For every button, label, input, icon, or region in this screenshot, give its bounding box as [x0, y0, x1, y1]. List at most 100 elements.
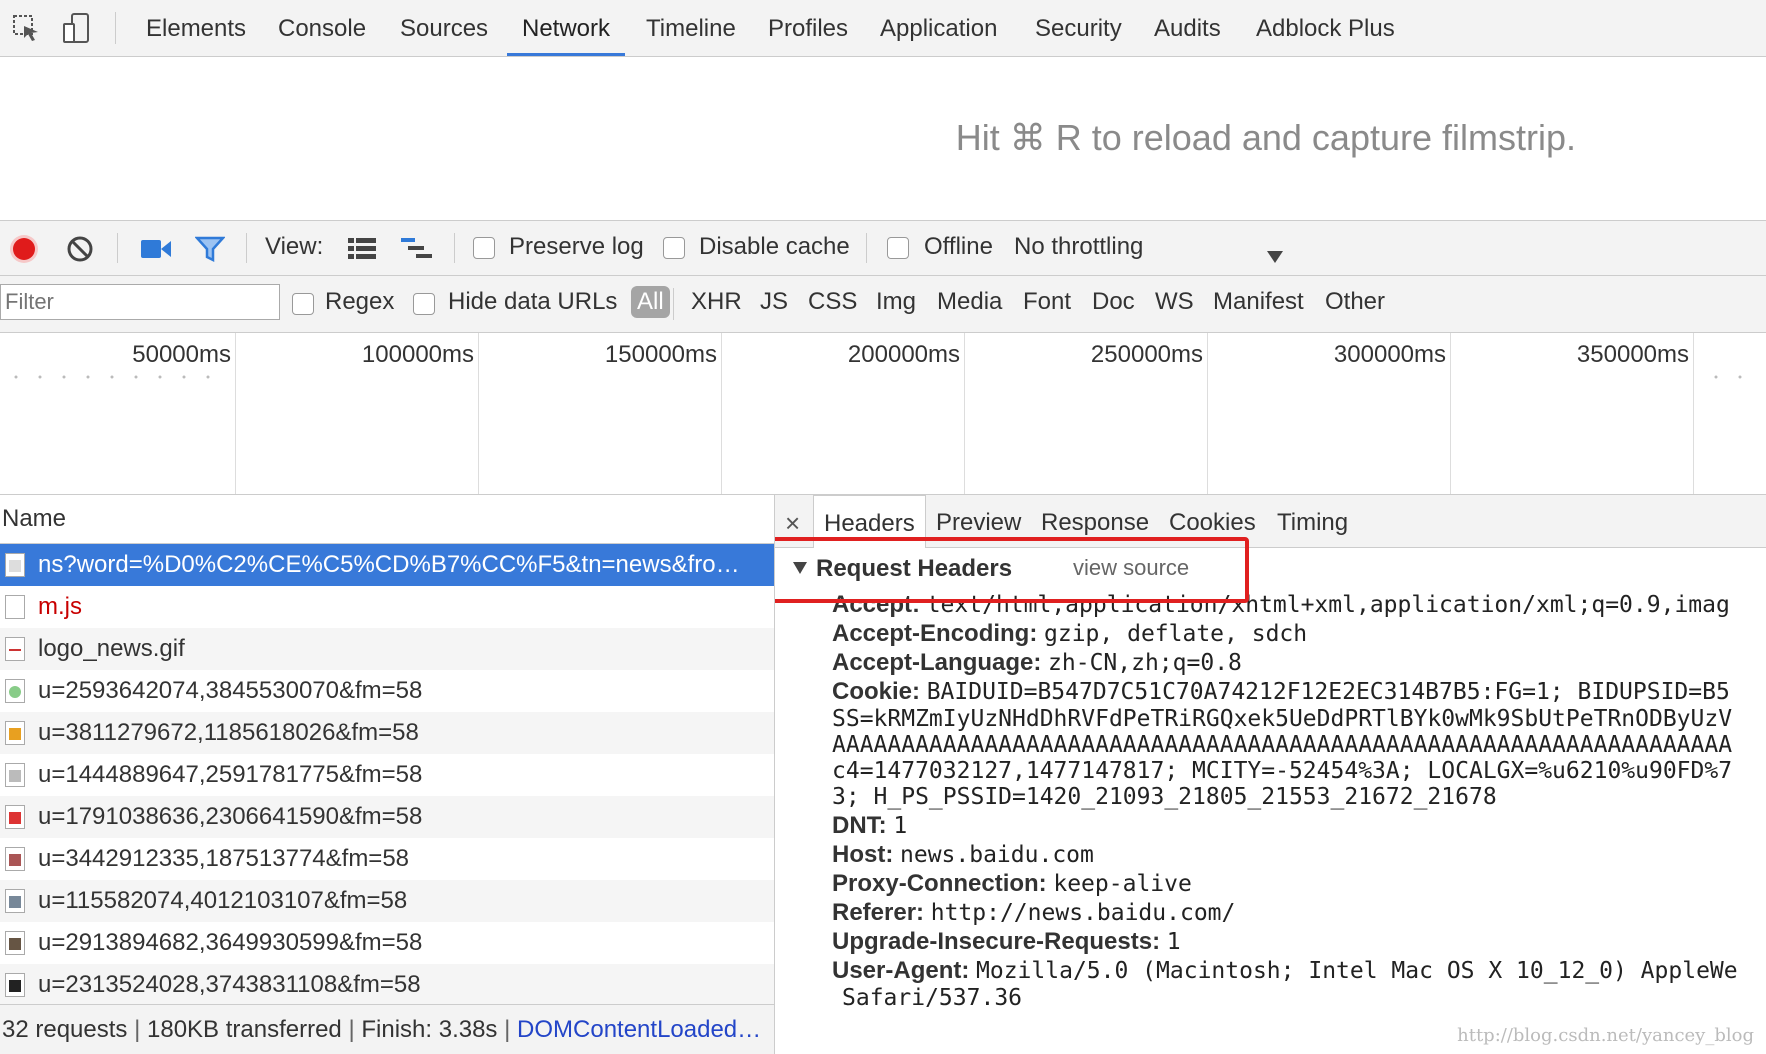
record-icon[interactable]	[8, 233, 40, 272]
tab-elements[interactable]: Elements	[146, 0, 246, 56]
image-thumbnail-icon	[5, 889, 25, 913]
tab-application[interactable]: Application	[880, 0, 997, 56]
timeline-activity-dots	[14, 375, 210, 379]
header-proxy-connection: Proxy-Connection: keep-alive	[832, 870, 1192, 897]
chevron-down-icon[interactable]	[1266, 243, 1284, 271]
header-accept-language: Accept-Language: zh-CN,zh;q=0.8	[832, 649, 1242, 676]
tab-adblock-plus[interactable]: Adblock Plus	[1256, 0, 1395, 56]
timeline-tick: 50000ms	[132, 341, 231, 368]
summary-domcontentloaded: DOMContentLoaded…	[517, 1016, 762, 1043]
request-row[interactable]: u=3442912335,187513774&fm=58	[0, 838, 774, 880]
request-name: logo_news.gif	[38, 635, 185, 662]
request-name: u=2313524028,3743831108&fm=58	[38, 971, 421, 998]
network-summary-bar: 32 requests | 180KB transferred | Finish…	[0, 1004, 774, 1054]
type-filter-css[interactable]: CSS	[808, 288, 857, 316]
request-name: u=1791038636,2306641590&fm=58	[38, 803, 423, 830]
type-filter-ws[interactable]: WS	[1155, 288, 1194, 316]
request-name: ns?word=%D0%C2%CE%C5%CD%B7%CC%F5&tn=news…	[38, 551, 740, 578]
tab-timing[interactable]: Timing	[1277, 495, 1348, 547]
type-filter-doc[interactable]: Doc	[1092, 288, 1135, 316]
request-row[interactable]: u=115582074,4012103107&fm=58	[0, 880, 774, 922]
request-row[interactable]: m.js	[0, 586, 774, 628]
timeline-overview[interactable]: 50000ms 100000ms 150000ms 200000ms 25000…	[0, 333, 1766, 495]
timeline-tick: 100000ms	[361, 341, 474, 368]
capture-screenshots-icon[interactable]	[140, 237, 172, 268]
type-filter-other[interactable]: Other	[1325, 288, 1385, 316]
tab-timeline[interactable]: Timeline	[646, 0, 736, 56]
document-icon	[5, 553, 25, 577]
request-row[interactable]: u=1791038636,2306641590&fm=58	[0, 796, 774, 838]
request-name: u=115582074,4012103107&fm=58	[38, 887, 408, 914]
inspect-element-icon[interactable]	[12, 14, 40, 47]
disable-cache-checkbox[interactable]	[663, 237, 685, 259]
image-thumbnail-icon	[5, 805, 25, 829]
header-user-agent: User-Agent: Mozilla/5.0 (Macintosh; Inte…	[832, 957, 1738, 984]
header-host: Host: news.baidu.com	[832, 841, 1094, 868]
summary-requests: 32 requests	[2, 1016, 128, 1043]
disable-cache-label: Disable cache	[699, 233, 850, 260]
header-cookie: Cookie: BAIDUID=B547D7C51C70A74212F12E2E…	[832, 678, 1730, 705]
request-name: u=2913894682,3649930599&fm=58	[38, 929, 423, 956]
tab-audits[interactable]: Audits	[1154, 0, 1221, 56]
type-filter-img[interactable]: Img	[876, 288, 916, 316]
type-filter-js[interactable]: JS	[760, 288, 788, 316]
overview-icon[interactable]	[400, 236, 434, 267]
filter-bar: Regex Hide data URLs All XHR JS CSS Img …	[0, 276, 1766, 333]
type-filter-manifest[interactable]: Manifest	[1213, 288, 1304, 316]
watermark: http://blog.csdn.net/yancey_blog	[1457, 1025, 1754, 1046]
hide-data-urls-checkbox[interactable]	[413, 293, 435, 315]
request-row[interactable]: logo_news.gif	[0, 628, 774, 670]
offline-checkbox[interactable]	[887, 237, 909, 259]
devtools-tab-bar: Elements Console Sources Network Timelin…	[0, 0, 1766, 57]
tab-profiles[interactable]: Profiles	[768, 0, 848, 56]
filter-input[interactable]	[0, 284, 280, 320]
cookie-continuation: SS=kRMZmIyUzNHdDhRVFdPeTRiRGQxek5UeDdPRT…	[832, 706, 1733, 732]
cookie-continuation: c4=1477032127,1477147817; MCITY=-52454%3…	[832, 758, 1733, 784]
tab-security[interactable]: Security	[1035, 0, 1122, 56]
summary-finish: Finish: 3.38s	[361, 1016, 498, 1043]
header-upgrade-insecure-requests: Upgrade-Insecure-Requests: 1	[832, 928, 1181, 955]
request-row[interactable]: u=1444889647,2591781775&fm=58	[0, 754, 774, 796]
tab-network[interactable]: Network	[507, 0, 626, 56]
type-filter-font[interactable]: Font	[1023, 288, 1071, 316]
cookie-continuation: AAAAAAAAAAAAAAAAAAAAAAAAAAAAAAAAAAAAAAAA…	[832, 732, 1733, 758]
image-thumbnail-icon	[5, 763, 25, 787]
image-thumbnail-icon	[5, 721, 25, 745]
request-name: u=3442912335,187513774&fm=58	[38, 845, 410, 872]
request-row[interactable]: u=2593642074,3845530070&fm=58	[0, 670, 774, 712]
request-name: u=1444889647,2591781775&fm=58	[38, 761, 423, 788]
timeline-tick: 250000ms	[1090, 341, 1203, 368]
request-row[interactable]: u=2913894682,3649930599&fm=58	[0, 922, 774, 964]
tab-console[interactable]: Console	[278, 0, 366, 56]
request-name: u=2593642074,3845530070&fm=58	[38, 677, 423, 704]
request-details-pane: × Headers Preview Response Cookies Timin…	[775, 495, 1766, 1054]
highlight-box	[775, 537, 1249, 603]
preserve-log-label: Preserve log	[509, 233, 644, 260]
image-thumbnail-icon	[5, 931, 25, 955]
large-rows-icon[interactable]	[347, 236, 377, 267]
timeline-tick: 300000ms	[1333, 341, 1446, 368]
request-row[interactable]: u=2313524028,3743831108&fm=58	[0, 964, 774, 1006]
filmstrip-pane: Hit ⌘ R to reload and capture filmstrip.	[0, 57, 1766, 221]
throttling-select[interactable]: No throttling	[1014, 233, 1143, 261]
script-file-icon	[5, 595, 25, 619]
type-filter-xhr[interactable]: XHR	[691, 288, 742, 316]
image-thumbnail-icon	[5, 973, 25, 997]
header-dnt: DNT: 1	[832, 812, 908, 839]
request-row[interactable]: u=3811279672,1185618026&fm=58	[0, 712, 774, 754]
regex-checkbox[interactable]	[292, 293, 314, 315]
device-mode-icon[interactable]	[62, 12, 92, 49]
cookie-continuation: 3; H_PS_PSSID=1420_21093_21805_21553_216…	[832, 784, 1497, 810]
request-list: Name ns?word=%D0%C2%CE%C5%CD%B7%CC%F5&tn…	[0, 495, 775, 1054]
clear-icon[interactable]	[66, 235, 94, 270]
request-row[interactable]: ns?word=%D0%C2%CE%C5%CD%B7%CC%F5&tn=news…	[0, 544, 774, 586]
type-filter-media[interactable]: Media	[937, 288, 1002, 316]
timeline-tick: 200000ms	[847, 341, 960, 368]
network-toolbar: View: Preserve log Disable cache Offline…	[0, 221, 1766, 276]
filter-icon[interactable]	[194, 235, 226, 270]
tab-sources[interactable]: Sources	[400, 0, 488, 56]
preserve-log-checkbox[interactable]	[473, 237, 495, 259]
column-header-name[interactable]: Name	[0, 495, 774, 544]
type-filter-all[interactable]: All	[631, 286, 670, 318]
summary-transferred: 180KB transferred	[147, 1016, 342, 1043]
